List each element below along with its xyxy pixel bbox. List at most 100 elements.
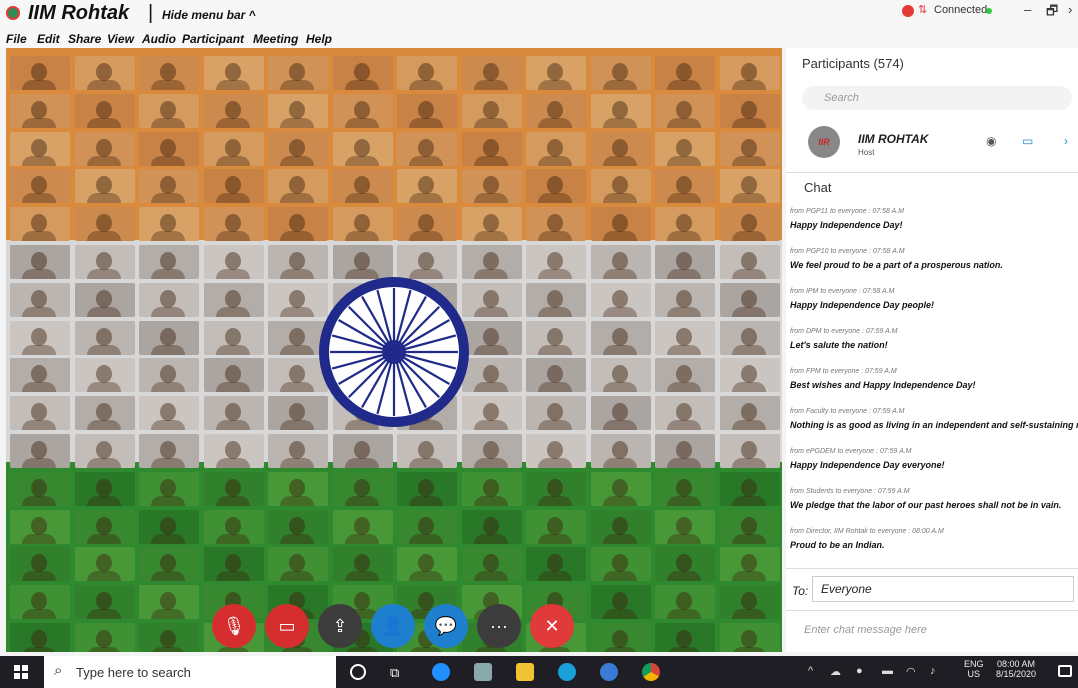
participant-video-tile[interactable]: [203, 282, 264, 317]
participant-video-tile[interactable]: [719, 320, 780, 355]
participant-video-tile[interactable]: [655, 585, 715, 620]
participant-video-tile[interactable]: [74, 358, 135, 393]
participant-video-tile[interactable]: [461, 509, 522, 544]
participant-video-tile[interactable]: [461, 56, 522, 90]
participant-video-tile[interactable]: [203, 471, 264, 506]
participant-video-tile[interactable]: [203, 93, 264, 128]
chat-button[interactable]: 💬: [424, 604, 468, 648]
participant-video-tile[interactable]: [719, 623, 780, 652]
participant-video-tile[interactable]: [139, 131, 199, 166]
participant-video-tile[interactable]: [10, 56, 70, 90]
participant-video-tile[interactable]: [655, 56, 715, 90]
taskbar-search[interactable]: ⌕ Type here to search: [44, 656, 336, 688]
participant-video-tile[interactable]: [655, 509, 715, 544]
participant-video-tile[interactable]: [332, 434, 393, 468]
participant-video-tile[interactable]: [655, 245, 715, 279]
participant-video-tile[interactable]: [332, 509, 393, 544]
participant-video-tile[interactable]: [74, 509, 135, 544]
participant-video-tile[interactable]: [139, 585, 199, 620]
windows-start-icon[interactable]: [14, 665, 28, 679]
participant-video-tile[interactable]: [203, 320, 264, 355]
participant-video-tile[interactable]: [719, 131, 780, 166]
participant-video-tile[interactable]: [74, 282, 135, 317]
participant-video-tile[interactable]: [526, 547, 586, 582]
participant-video-tile[interactable]: [203, 358, 264, 393]
participant-video-tile[interactable]: [74, 320, 135, 355]
participant-video-tile[interactable]: [719, 585, 780, 620]
participant-video-tile[interactable]: [719, 245, 780, 279]
participant-video-tile[interactable]: [268, 434, 328, 468]
participant-video-tile[interactable]: [397, 169, 457, 204]
participant-video-tile[interactable]: [332, 547, 393, 582]
participant-video-tile[interactable]: [590, 282, 651, 317]
participant-video-tile[interactable]: [74, 396, 135, 431]
participant-video-tile[interactable]: [719, 471, 780, 506]
participant-video-tile[interactable]: [139, 358, 199, 393]
participant-video-tile[interactable]: [719, 509, 780, 544]
participant-search-input[interactable]: Search: [802, 86, 1072, 110]
restore-button[interactable]: 🗗: [1046, 2, 1058, 24]
participant-video-tile[interactable]: [590, 245, 651, 279]
share-screen-button[interactable]: ⇪: [318, 604, 362, 648]
participant-video-tile[interactable]: [10, 93, 70, 128]
participant-video-tile[interactable]: [139, 320, 199, 355]
participant-video-tile[interactable]: [139, 282, 199, 317]
participant-video-tile[interactable]: [590, 207, 651, 242]
participant-video-tile[interactable]: [655, 358, 715, 393]
hide-menu-bar-button[interactable]: Hide menu bar ^: [162, 8, 256, 22]
file-explorer-icon[interactable]: [516, 663, 534, 681]
participants-button[interactable]: 👤: [371, 604, 415, 648]
edge-icon[interactable]: [558, 663, 576, 681]
participant-video-tile[interactable]: [332, 93, 393, 128]
menu-audio[interactable]: Audio: [142, 32, 176, 46]
participant-video-tile[interactable]: [268, 509, 328, 544]
participant-video-tile[interactable]: [397, 56, 457, 90]
participant-video-tile[interactable]: [139, 169, 199, 204]
participant-video-tile[interactable]: [74, 547, 135, 582]
tray-mic-icon[interactable]: ●: [856, 665, 863, 677]
participant-video-tile[interactable]: [10, 169, 70, 204]
participant-video-tile[interactable]: [203, 396, 264, 431]
participant-video-tile[interactable]: [461, 547, 522, 582]
participant-video-tile[interactable]: [74, 93, 135, 128]
participant-video-tile[interactable]: [397, 131, 457, 166]
notifications-icon[interactable]: [1058, 665, 1072, 677]
app-icon[interactable]: [474, 663, 492, 681]
participant-video-tile[interactable]: [10, 623, 70, 652]
participant-video-tile[interactable]: [74, 56, 135, 90]
participant-video-tile[interactable]: [526, 471, 586, 506]
participant-video-tile[interactable]: [461, 207, 522, 242]
host-video-icon[interactable]: ▭: [1022, 134, 1033, 148]
participant-video-tile[interactable]: [526, 93, 586, 128]
participant-video-tile[interactable]: [526, 509, 586, 544]
participant-video-tile[interactable]: [10, 245, 70, 279]
participant-video-tile[interactable]: [203, 207, 264, 242]
participant-video-tile[interactable]: [203, 434, 264, 468]
participant-video-tile[interactable]: [139, 547, 199, 582]
participant-video-tile[interactable]: [139, 434, 199, 468]
participant-video-tile[interactable]: [74, 471, 135, 506]
participant-video-tile[interactable]: [719, 93, 780, 128]
host-mic-icon[interactable]: ◉: [986, 134, 996, 148]
participant-video-tile[interactable]: [526, 56, 586, 90]
participant-video-tile[interactable]: [139, 509, 199, 544]
participant-video-tile[interactable]: [590, 623, 651, 652]
participant-video-tile[interactable]: [268, 547, 328, 582]
participant-video-tile[interactable]: [139, 245, 199, 279]
menu-view[interactable]: View: [107, 32, 134, 46]
participant-video-tile[interactable]: [461, 93, 522, 128]
participant-video-tile[interactable]: [655, 320, 715, 355]
participant-video-tile[interactable]: [203, 131, 264, 166]
participant-video-tile[interactable]: [10, 207, 70, 242]
leave-button[interactable]: ✕: [530, 604, 574, 648]
participant-video-tile[interactable]: [590, 169, 651, 204]
participant-video-tile[interactable]: [590, 471, 651, 506]
participant-video-tile[interactable]: [461, 169, 522, 204]
participant-video-tile[interactable]: [461, 131, 522, 166]
participant-video-tile[interactable]: [332, 207, 393, 242]
participant-video-tile[interactable]: [268, 471, 328, 506]
participant-video-tile[interactable]: [397, 434, 457, 468]
cloud-icon[interactable]: ☁: [830, 665, 841, 678]
battery-icon[interactable]: ▬: [882, 665, 893, 677]
participant-video-tile[interactable]: [526, 282, 586, 317]
